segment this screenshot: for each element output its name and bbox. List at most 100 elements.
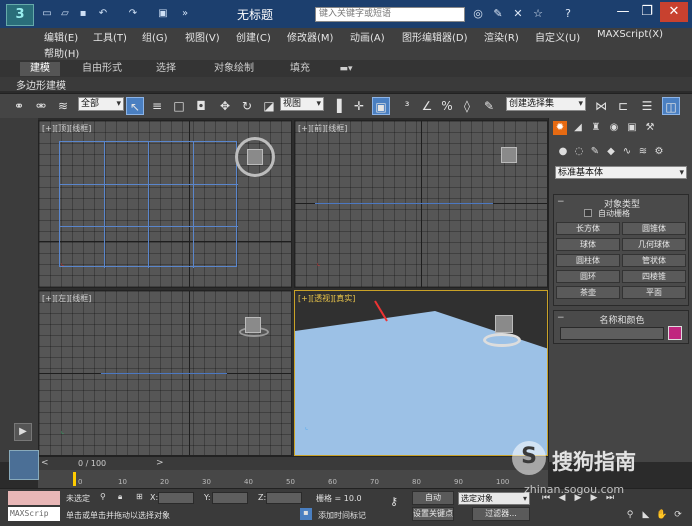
star-icon[interactable]: ☆ [530, 6, 546, 22]
more-chevron-icon[interactable]: » [178, 7, 192, 20]
align-icon[interactable]: ⊏ [614, 97, 632, 115]
viewcube-icon[interactable] [247, 149, 263, 165]
menu-edit[interactable]: 编辑(E) [44, 29, 78, 44]
edit-named-selection-icon[interactable]: ✎ [480, 97, 498, 115]
viewcube-icon[interactable] [495, 315, 513, 333]
viewport-label[interactable]: [+][顶][线框] [42, 123, 91, 134]
spinner-snap-icon[interactable]: ◊ [458, 97, 476, 115]
angle-snap-icon[interactable]: ∠ [418, 97, 436, 115]
x-coordinate-field[interactable] [158, 492, 194, 504]
field-of-view-icon[interactable]: ◣ [640, 509, 652, 521]
tab-selection[interactable]: 选择 [146, 62, 186, 76]
box-button[interactable]: 长方体 [556, 222, 620, 235]
auto-key-button[interactable]: 自动 [412, 491, 454, 505]
menu-graph-editors[interactable]: 图形编辑器(D) [402, 29, 468, 44]
tube-button[interactable]: 管状体 [622, 254, 686, 267]
select-object-icon[interactable]: ↖ [126, 97, 144, 115]
render-setup-icon[interactable]: ◫ [662, 97, 680, 115]
create-tab-icon[interactable]: ✹ [553, 121, 567, 135]
tab-populate[interactable]: 填充 [280, 62, 320, 76]
cameras-icon[interactable]: ◆ [605, 146, 617, 158]
snaps-toggle-icon[interactable]: ³ [398, 97, 416, 115]
keyboard-shortcut-override-icon[interactable]: ▣ [372, 97, 390, 115]
pyramid-button[interactable]: 四棱锥 [622, 270, 686, 283]
maxscript-mini-listener[interactable]: MAXScrip [8, 507, 60, 521]
menu-group[interactable]: 组(G) [142, 29, 168, 44]
ribbon-options-icon[interactable]: ▬▾ [334, 62, 358, 76]
viewport-top[interactable]: [+][顶][线框] ⌞ [38, 120, 292, 288]
viewport-left[interactable]: [+][左][线框] ⌞ [38, 290, 292, 456]
utilities-tab-icon[interactable]: ⚒ [643, 121, 657, 135]
modify-tab-icon[interactable]: ◢ [571, 121, 585, 135]
tab-modeling[interactable]: 建模 [20, 62, 60, 76]
zoom-icon[interactable]: ⚲ [624, 509, 636, 521]
cone-button[interactable]: 圆锥体 [622, 222, 686, 235]
menu-animation[interactable]: 动画(A) [350, 29, 385, 44]
set-key-button[interactable]: 设置关键点 [412, 507, 454, 521]
lock-icon[interactable]: 🔒︎ [118, 492, 122, 502]
plane-button[interactable]: 平面 [622, 286, 686, 299]
viewport-front[interactable]: [+][前][线框] ⌞ [294, 120, 548, 288]
viewcube-icon[interactable] [501, 147, 517, 163]
object-color-swatch[interactable] [668, 326, 682, 340]
open-file-icon[interactable]: ▱ [58, 7, 72, 20]
mirror-icon[interactable]: ⋈ [592, 97, 610, 115]
undo-icon[interactable]: ↶ [96, 7, 110, 20]
search-input[interactable]: 键入关键字或短语 [315, 7, 465, 22]
motion-tab-icon[interactable]: ◉ [607, 121, 621, 135]
current-frame-marker[interactable] [73, 472, 76, 486]
hierarchy-tab-icon[interactable]: ♜ [589, 121, 603, 135]
rect-selection-icon[interactable]: □ [170, 97, 188, 115]
track-bar[interactable]: 0 10 20 30 40 50 60 70 80 90 100 [38, 470, 548, 488]
object-name-input[interactable] [560, 327, 664, 340]
next-frame-icon[interactable]: > [156, 458, 168, 469]
time-slider[interactable]: 0 / 100 < > [38, 456, 548, 470]
key-filters-button[interactable]: 过滤器... [472, 507, 530, 521]
bind-spacewarp-icon[interactable]: ≋ [54, 97, 72, 115]
select-manipulate-icon[interactable]: ✛ [350, 97, 368, 115]
selection-filter-dropdown[interactable]: 全部 [78, 97, 124, 111]
add-time-tag[interactable]: 添加时间标记 [318, 510, 366, 521]
binoculars-icon[interactable]: ◎ [470, 6, 486, 22]
object-category-dropdown[interactable]: 标准基本体 [555, 166, 687, 179]
teapot-button[interactable]: 茶壶 [556, 286, 620, 299]
display-tab-icon[interactable]: ▣ [625, 121, 639, 135]
project-folder-icon[interactable]: ▣ [156, 7, 170, 20]
percent-snap-icon[interactable]: % [438, 97, 456, 115]
torus-button[interactable]: 圆环 [556, 270, 620, 283]
pan-icon[interactable]: ✋ [656, 509, 668, 521]
close-button[interactable]: ✕ [660, 2, 688, 22]
help-icon[interactable]: ? [560, 6, 576, 22]
helpers-icon[interactable]: ∿ [621, 146, 633, 158]
reference-coord-dropdown[interactable]: 视图 [280, 97, 324, 111]
play-icon[interactable]: ▶ [14, 423, 32, 441]
shapes-icon[interactable]: ◌ [573, 146, 585, 158]
autogrid-checkbox[interactable] [584, 209, 592, 217]
app-logo[interactable]: 3 [6, 4, 34, 26]
window-crossing-icon[interactable]: ◘ [192, 97, 210, 115]
unlink-icon[interactable]: ⚮ [32, 97, 50, 115]
menu-modifiers[interactable]: 修改器(M) [287, 29, 333, 44]
rotate-icon[interactable]: ↻ [238, 97, 256, 115]
menu-help[interactable]: 帮助(H) [44, 45, 79, 60]
select-by-name-icon[interactable]: ≡ [148, 97, 166, 115]
redo-icon[interactable]: ↷ [126, 7, 140, 20]
pin-icon[interactable]: ⚲ [100, 492, 106, 501]
tab-freeform[interactable]: 自由形式 [72, 62, 132, 76]
move-icon[interactable]: ✥ [216, 97, 234, 115]
systems-icon[interactable]: ⚙ [653, 146, 665, 158]
save-icon[interactable]: ▪ [76, 7, 90, 20]
link-icon[interactable]: ⚭ [10, 97, 28, 115]
viewport-layout-icon[interactable] [9, 450, 39, 480]
named-selection-dropdown[interactable]: 创建选择集 [506, 97, 586, 111]
geometry-icon[interactable]: ● [557, 146, 569, 158]
lights-icon[interactable]: ✎ [589, 146, 601, 158]
prev-frame-icon[interactable]: < [41, 458, 53, 469]
menu-maxscript[interactable]: MAXScript(X) [597, 29, 663, 40]
spacewarps-icon[interactable]: ≋ [637, 146, 649, 158]
restore-button[interactable]: ❐ [636, 2, 658, 22]
minimize-button[interactable]: — [612, 2, 634, 22]
time-tag-icon[interactable]: ▪ [300, 508, 312, 520]
y-coordinate-field[interactable] [212, 492, 248, 504]
orbit-icon[interactable]: ⟳ [672, 509, 684, 521]
